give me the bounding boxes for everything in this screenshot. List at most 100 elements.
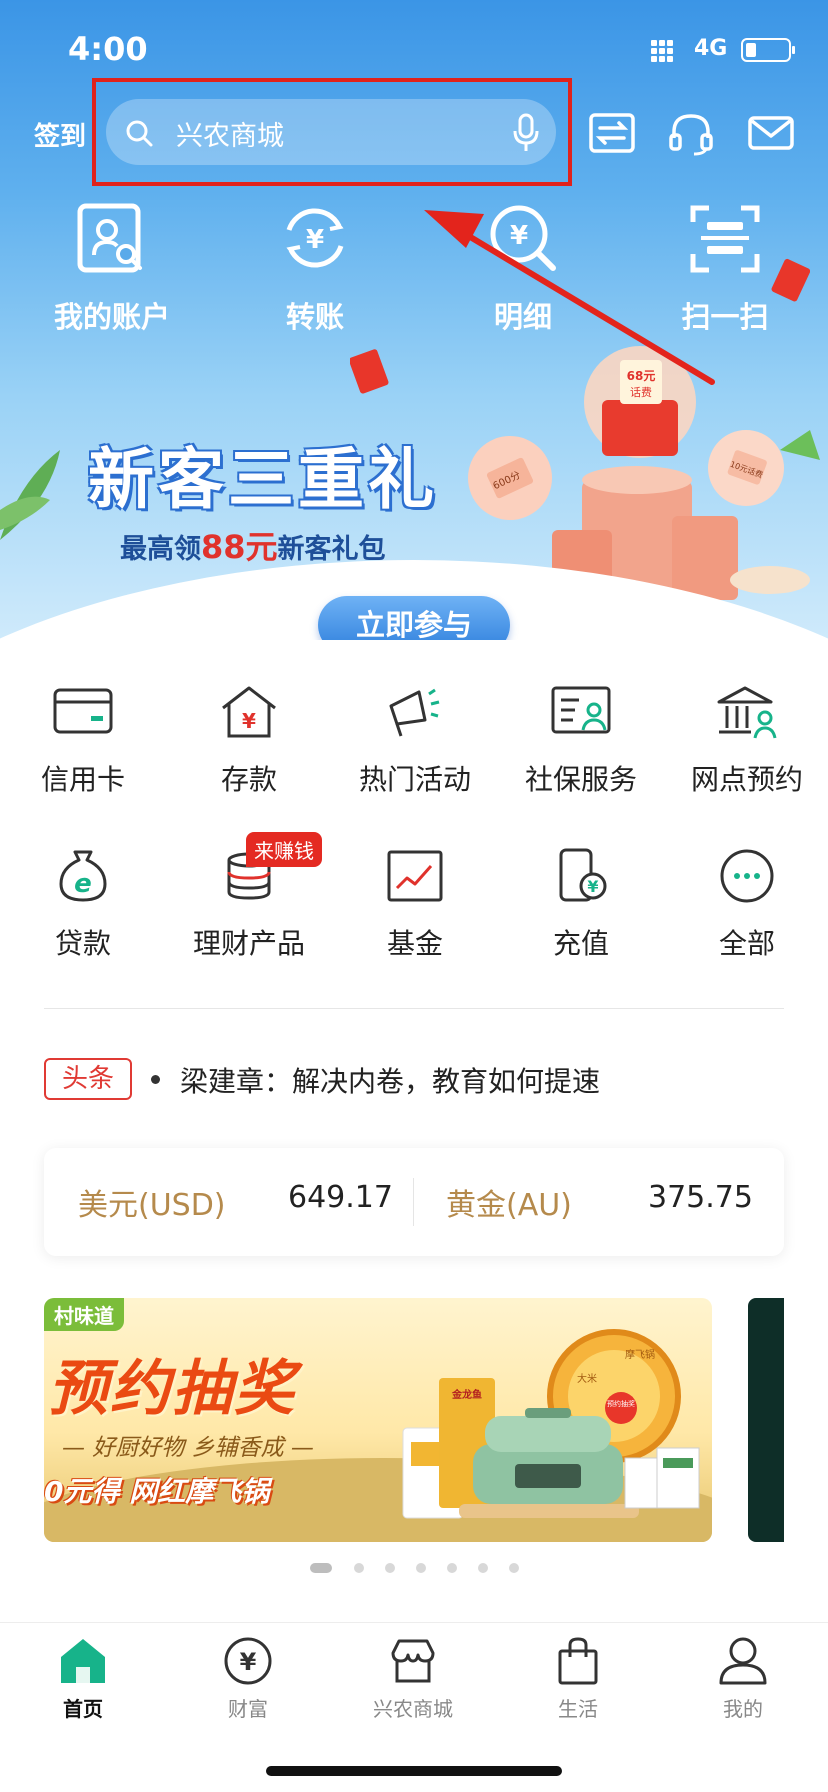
carousel-dot: [416, 1563, 426, 1573]
svg-text:¥: ¥: [306, 225, 324, 255]
service-label: 热门活动: [358, 763, 471, 796]
wheel-text: 摩飞锅: [625, 1348, 655, 1361]
section-divider: [44, 1008, 784, 1009]
usd-value: 649.17: [288, 1180, 393, 1215]
fund-chart-icon: [387, 850, 443, 902]
carousel-dot: [447, 1563, 457, 1573]
join-now-button[interactable]: 立即参与: [318, 596, 510, 640]
home-icon: [61, 1639, 105, 1683]
details-icon: ¥: [490, 205, 556, 271]
svg-text:e: e: [74, 869, 92, 899]
social-security-icon: [551, 686, 611, 734]
rate-separator: [413, 1178, 414, 1226]
profile-icon: [719, 1637, 767, 1685]
gold-value: 375.75: [648, 1180, 753, 1215]
banner-gift-illustration: 68元 话费 600分 10元话费: [460, 346, 820, 600]
red-envelope-icon: [771, 258, 810, 302]
svg-text:¥: ¥: [240, 1648, 257, 1676]
switch-icon[interactable]: [587, 108, 637, 158]
more-icon: [720, 849, 774, 903]
transfer-icon: ¥: [286, 208, 344, 268]
headline-tag: 头条: [44, 1058, 132, 1100]
service-fund[interactable]: 基金: [332, 848, 498, 978]
service-label: 基金: [386, 927, 443, 960]
wheel-text: 大米: [577, 1372, 597, 1385]
red-envelope-icon: [350, 349, 389, 394]
news-headline[interactable]: 梁建章：解决内卷，教育如何提速: [180, 1060, 600, 1100]
life-bag-icon: [558, 1637, 598, 1685]
mail-icon[interactable]: [746, 108, 796, 158]
leaf-decoration-icon: [0, 450, 60, 540]
wheel-text: 预约抽奖: [607, 1399, 635, 1408]
promo-products-illustration: 摩飞锅 大米 预约抽奖 金龙鱼: [402, 1329, 700, 1519]
service-wealth-products[interactable]: 理财产品: [166, 848, 332, 978]
carousel-dot: [509, 1563, 519, 1573]
tab-label: 财富: [228, 1697, 268, 1721]
quick-action-account[interactable]: 我的账户: [27, 200, 197, 350]
branch-icon: [717, 686, 777, 739]
credit-card-icon: [53, 688, 113, 734]
tab-label: 兴农商城: [373, 1697, 453, 1721]
promo-title: 预约抽奖: [48, 1354, 296, 1424]
service-top-up[interactable]: ¥ 充值: [498, 848, 664, 978]
tab-wealth[interactable]: ¥ 财富: [183, 1635, 313, 1745]
tab-shop[interactable]: 兴农商城: [348, 1635, 478, 1745]
promo-subtitle: — 好厨好物 乡辅香成 —: [62, 1435, 314, 1461]
tab-life[interactable]: 生活: [513, 1635, 643, 1745]
usd-label: 美元(USD): [78, 1188, 226, 1223]
carousel-dot: [310, 1563, 332, 1573]
status-bar: 4:00 4G: [0, 28, 828, 72]
banner-subtitle-prefix: 最高领: [120, 534, 201, 565]
tab-label: 我的: [723, 1697, 763, 1721]
service-label: 贷款: [54, 927, 111, 960]
service-label: 存款: [220, 763, 277, 796]
svg-text:¥: ¥: [242, 709, 256, 733]
bullet-dot: [151, 1075, 160, 1084]
tab-label: 首页: [63, 1697, 103, 1721]
promo-next-banner[interactable]: [748, 1298, 784, 1542]
banner-subtitle-amount: 88元: [201, 528, 278, 566]
svg-text:¥: ¥: [587, 877, 598, 896]
home-indicator[interactable]: [266, 1766, 562, 1776]
network-type: 4G: [694, 36, 728, 61]
promo-banner[interactable]: 村味道 预约抽奖 — 好厨好物 乡辅香成 — 0元得 网红摩飞锅 摩飞锅 大米 …: [44, 1298, 712, 1542]
account-icon: [77, 203, 142, 273]
promo-tag: 村味道: [44, 1298, 124, 1331]
svg-text:¥: ¥: [510, 221, 528, 251]
headset-icon[interactable]: [666, 108, 716, 158]
service-loan[interactable]: e 贷款: [0, 848, 166, 978]
carousel-dot: [478, 1563, 488, 1573]
banner-title: 新客三重礼: [88, 441, 438, 518]
service-label: 网点预约: [690, 763, 803, 796]
carousel-dot: [354, 1563, 364, 1573]
hero-section: 4:00 4G 签到 兴农商城 我的账户 ¥ 转账 ¥ 明细 扫一扫 新客三重礼…: [0, 0, 828, 640]
exchange-rates-card[interactable]: 美元(USD) 649.17 黄金(AU) 375.75: [44, 1148, 784, 1256]
tab-profile[interactable]: 我的: [678, 1635, 808, 1745]
gold-label: 黄金(AU): [446, 1188, 572, 1223]
search-highlight-box: [92, 78, 572, 186]
service-label: 全部: [718, 927, 775, 960]
service-hot-activities[interactable]: 热门活动: [332, 684, 498, 814]
tab-home[interactable]: 首页: [18, 1635, 148, 1745]
service-social-security[interactable]: 社保服务: [498, 684, 664, 814]
service-all[interactable]: 全部: [664, 848, 828, 978]
quick-action-transfer[interactable]: ¥ 转账: [230, 200, 400, 350]
battery-icon: [741, 38, 795, 62]
tab-label: 生活: [558, 1697, 598, 1721]
service-credit-card[interactable]: 信用卡: [0, 684, 166, 814]
promo-prize: 0元得 网红摩飞锅: [44, 1475, 270, 1508]
service-branch-appointment[interactable]: 网点预约: [664, 684, 828, 814]
product-text: 金龙鱼: [451, 1388, 482, 1401]
shop-icon: [391, 1639, 435, 1683]
quick-action-label: 我的账户: [53, 300, 170, 334]
loan-icon: e: [59, 850, 107, 902]
quick-action-details[interactable]: ¥ 明细: [438, 200, 608, 350]
megaphone-icon: [389, 688, 440, 737]
top-up-icon: ¥: [559, 848, 607, 902]
checkin-button[interactable]: 签到: [34, 116, 86, 153]
service-label: 理财产品: [192, 927, 305, 960]
service-label: 充值: [552, 927, 609, 960]
service-deposit[interactable]: ¥ 存款: [166, 684, 332, 814]
deposit-icon: ¥: [222, 686, 276, 738]
wealth-icon: ¥: [224, 1637, 272, 1685]
